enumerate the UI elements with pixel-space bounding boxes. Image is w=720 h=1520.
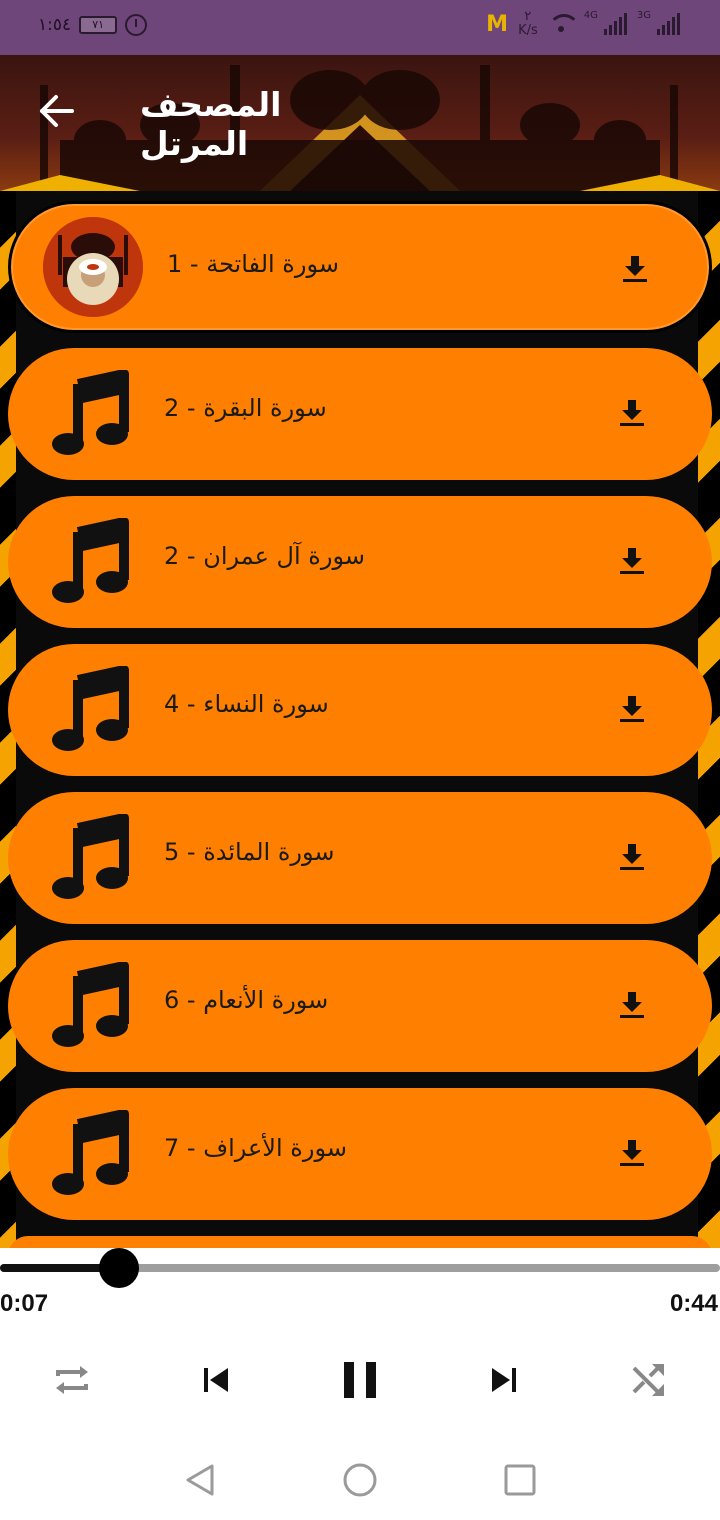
track-title: سورة البقرة - 2 [164, 394, 327, 422]
download-icon[interactable] [616, 692, 648, 724]
track-title: سورة الأنعام - 6 [164, 986, 329, 1014]
list-item-track-6[interactable]: سورة الأنعام - 6 [8, 940, 712, 1072]
reciter-avatar-image [43, 217, 143, 317]
wifi-icon [547, 14, 580, 34]
list-item-track-7[interactable]: سورة الأعراف - 7 [8, 1088, 712, 1220]
duration-time: 0:44 [669, 1290, 718, 1317]
status-bar: ١:٥٤ ٧١ M ٢ K/s 4G 3G [0, 0, 720, 55]
status-left: ١:٥٤ ٧١ [38, 14, 148, 36]
list-item-track-5[interactable]: سورة المائدة - 5 [8, 792, 712, 924]
app-notification-icon: M [486, 11, 509, 37]
status-right: M ٢ K/s 4G 3G [486, 10, 680, 38]
music-note-icon [52, 370, 129, 455]
network-type-2: 3G [636, 10, 651, 21]
app-header: المصحف المرتل [0, 55, 720, 191]
music-note-icon [52, 814, 129, 899]
list-item-track-8-partial[interactable] [8, 1236, 712, 1248]
previous-icon[interactable] [194, 1358, 238, 1402]
track-title: سورة المائدة - 5 [164, 838, 335, 866]
download-icon[interactable] [616, 1136, 648, 1168]
network-speed: ٢ K/s [518, 10, 538, 38]
page-title: المصحف المرتل [140, 85, 282, 163]
home-circle-icon[interactable] [340, 1460, 380, 1500]
list-item-track-1[interactable]: سورة الفاتحة - 1 [8, 201, 712, 333]
list-item-track-3[interactable]: سورة آل عمران - 2 [8, 496, 712, 628]
network-speed-value: ٢ [524, 9, 532, 24]
back-triangle-icon[interactable] [180, 1460, 220, 1500]
battery-icon: ٧١ [79, 16, 118, 34]
shuffle-icon[interactable] [626, 1358, 670, 1402]
music-note-icon [52, 962, 129, 1047]
pause-icon[interactable] [338, 1358, 382, 1402]
network-speed-unit: K/s [518, 23, 538, 38]
music-note-icon [52, 1110, 129, 1195]
track-title: سورة الفاتحة - 1 [167, 250, 339, 278]
system-navigation-bar [0, 1438, 720, 1520]
arrow-left-icon[interactable] [34, 89, 78, 133]
recents-square-icon[interactable] [500, 1460, 540, 1500]
audio-player: 0:07 0:44 [0, 1248, 720, 1438]
reciter-avatar [43, 217, 143, 317]
list-item-track-4[interactable]: سورة النساء - 4 [8, 644, 712, 776]
download-icon[interactable] [616, 988, 648, 1020]
status-time: ١:٥٤ [38, 15, 72, 35]
next-icon[interactable] [482, 1358, 526, 1402]
list-item-track-2[interactable]: سورة البقرة - 2 [8, 348, 712, 480]
network-type-1: 4G [583, 10, 598, 21]
download-icon[interactable] [616, 396, 648, 428]
track-title: سورة الأعراف - 7 [164, 1134, 347, 1162]
download-icon[interactable] [619, 252, 651, 284]
current-time: 0:07 [0, 1290, 49, 1317]
track-title: سورة آل عمران - 2 [164, 542, 365, 570]
signal-icon [657, 13, 680, 35]
download-icon[interactable] [616, 544, 648, 576]
music-note-icon [52, 518, 129, 603]
music-note-icon [52, 666, 129, 751]
repeat-icon[interactable] [50, 1358, 94, 1402]
alarm-icon [125, 14, 148, 36]
signal-icon [603, 13, 627, 35]
track-list[interactable]: سورة الفاتحة - 1 سورة البقرة - 2 سورة آل… [0, 191, 720, 1248]
track-title: سورة النساء - 4 [164, 690, 329, 718]
seek-bar-thumb[interactable] [98, 1248, 139, 1288]
download-icon[interactable] [616, 840, 648, 872]
